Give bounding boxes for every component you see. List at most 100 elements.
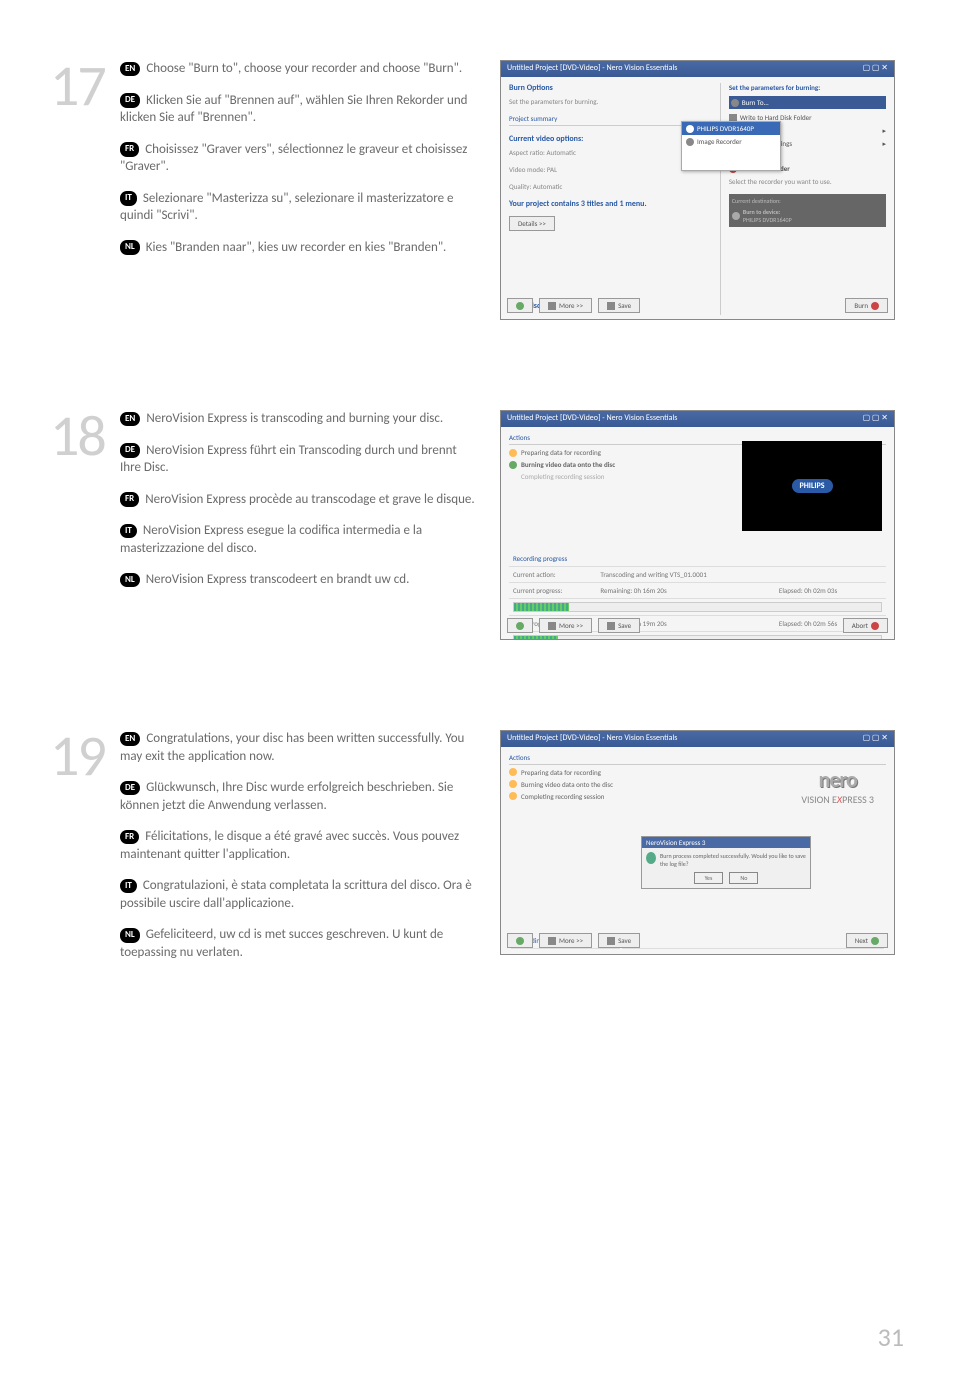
burn-to-option[interactable]: Burn To... [729,96,886,109]
bullet-icon [509,780,517,788]
lang-pill-en: EN [120,732,140,747]
nero-subtitle: VISION EXPRESS 3 [801,793,874,806]
step-number: 17 [50,60,120,320]
instruction-de: DEGlückwunsch, Ihre Disc wurde erfolgrei… [120,779,480,814]
instruction-nl: NLNeroVision Express transcodeert en bra… [120,571,480,589]
yes-button[interactable]: Yes [694,872,724,884]
instruction-column: EN NeroVision Express is transcoding and … [120,410,500,640]
current-action-label: Current action: [511,951,620,955]
lang-pill-nl: NL [120,573,140,588]
lang-pill-fr: FR [120,142,139,157]
completion-dialog: NeroVision Express 3 Burn process comple… [641,836,811,889]
instruction-text: NeroVision Express procède au transcodag… [145,492,474,507]
recorder-subtext: Select the recorder you want to use. [729,177,886,186]
instruction-nl: NLKies "Branden naar", kies uw recorder … [120,239,480,257]
instruction-text: Choisissez "Graver vers", sélectionnez l… [120,142,467,175]
save-button[interactable]: Save [598,298,640,313]
window-titlebar: Untitled Project [DVD-Video] - Nero Visi… [501,731,894,747]
instruction-column: ENCongratulations, your disc has been wr… [120,730,500,975]
burn-icon [871,302,879,310]
lang-pill-en: EN [120,62,140,77]
instruction-text: Kies "Branden naar", kies uw recorder en… [146,240,447,255]
progress-bar-current [513,602,882,612]
instruction-it: ITCongratulazioni, è stata completata la… [120,877,480,912]
window-controls[interactable]: ▢ ▢ ✕ [863,63,888,75]
lang-pill-de: DE [120,781,140,796]
step-19: 19 ENCongratulations, your disc has been… [50,730,904,975]
instruction-en: ENCongratulations, your disc has been wr… [120,730,480,765]
save-icon [607,302,615,310]
lang-pill-en: EN [120,412,140,427]
step-number: 18 [50,410,120,640]
instruction-column: EN Choose "Burn to", choose your recorder… [120,60,500,320]
actions-label: Actions [509,753,886,765]
burn-button[interactable]: Burn [845,298,888,313]
lang-pill-it: IT [120,524,137,539]
instruction-fr: FRFélicitations, le disque a été gravé a… [120,828,480,863]
remaining-value: Remaining: 0h 16m 20s [596,583,775,599]
instruction-fr: FR NeroVision Express procède au transcod… [120,491,480,509]
no-button[interactable]: No [729,872,758,884]
lang-pill-fr: FR [120,492,139,507]
instruction-text: Congratulazioni, è stata completata la s… [120,878,472,911]
window-title: Untitled Project [DVD-Video] - Nero Visi… [507,63,677,75]
progress-bar-total [513,635,882,640]
window-controls[interactable]: ▢ ▢ ✕ [863,733,888,745]
instruction-it: ITNeroVision Express esegue la codifica … [120,522,480,557]
instruction-en: EN Choose "Burn to", choose your recorder… [120,60,480,78]
bullet-icon [509,768,517,776]
current-action-value: Transcoding and writing VTS_01.0001 [596,567,886,583]
help-button[interactable] [507,618,533,633]
next-icon [871,937,879,945]
lang-pill-nl: NL [120,928,140,943]
info-icon [646,852,656,864]
window-titlebar: Untitled Project [DVD-Video] - Nero Visi… [501,61,894,77]
save-button[interactable]: Save [598,618,640,633]
instruction-nl: NLGefeliciteerd, uw cd is met succes ges… [120,926,480,961]
lang-pill-de: DE [120,443,140,458]
lang-pill-fr: FR [120,830,139,845]
recorder-dropdown[interactable]: PHILIPS DVDR1640P Image Recorder [681,121,781,171]
more-button[interactable]: More >> [539,933,592,948]
help-button[interactable] [507,933,533,948]
instruction-de: DENeroVision Express führt ein Transcodi… [120,442,480,477]
abort-button[interactable]: Abort [843,618,888,633]
screenshot-17: Untitled Project [DVD-Video] - Nero Visi… [500,60,895,320]
destination-label: Current destination: [732,197,883,205]
more-button[interactable]: More >> [539,298,592,313]
more-icon [548,302,556,310]
window-controls[interactable]: ▢ ▢ ✕ [863,413,888,425]
device-icon [732,212,740,220]
bullet-icon [509,792,517,800]
instruction-text: Gefeliciteerd, uw cd is met succes gesch… [120,927,443,960]
instruction-it: ITSelezionare "Masterizza su", seleziona… [120,190,480,225]
current-action-label: Current action: [509,567,596,583]
lang-pill-it: IT [120,191,137,206]
dropdown-item-image[interactable]: Image Recorder [682,135,780,148]
burn-options-heading: Burn Options [509,83,712,93]
instruction-text: Glückwunsch, Ihre Disc wurde erfolgreich… [120,780,453,813]
save-button[interactable]: Save [598,933,640,948]
project-contains-text: Your project contains 3 titles and 1 men… [509,199,712,209]
help-button[interactable] [507,298,533,313]
details-button[interactable]: Details >> [509,216,555,231]
instruction-text: NeroVision Express esegue la codifica in… [120,523,422,556]
elapsed-value: Elapsed: 0h 02m 03s [775,583,886,599]
more-button[interactable]: More >> [539,618,592,633]
burn-options-subtext: Set the parameters for burning. [509,97,712,106]
lang-pill-it: IT [120,879,137,894]
dialog-title: NeroVision Express 3 [642,837,810,848]
dropdown-item-philips[interactable]: PHILIPS DVDR1640P [682,122,780,135]
window-title: Untitled Project [DVD-Video] - Nero Visi… [507,413,677,425]
screenshot-18: Untitled Project [DVD-Video] - Nero Visi… [500,410,895,640]
instruction-text: Choose "Burn to", choose your recorder a… [146,61,462,76]
page-number: 31 [878,1321,904,1353]
more-icon [548,622,556,630]
lang-pill-de: DE [120,93,140,108]
instruction-text: Klicken Sie auf "Brennen auf", wählen Si… [120,93,468,126]
instruction-de: DEKlicken Sie auf "Brennen auf", wählen … [120,92,480,127]
video-preview: PHILIPS [742,441,882,531]
save-icon [607,622,615,630]
next-button[interactable]: Next [846,933,888,948]
instruction-text: NeroVision Express is transcoding and bu… [146,411,443,426]
